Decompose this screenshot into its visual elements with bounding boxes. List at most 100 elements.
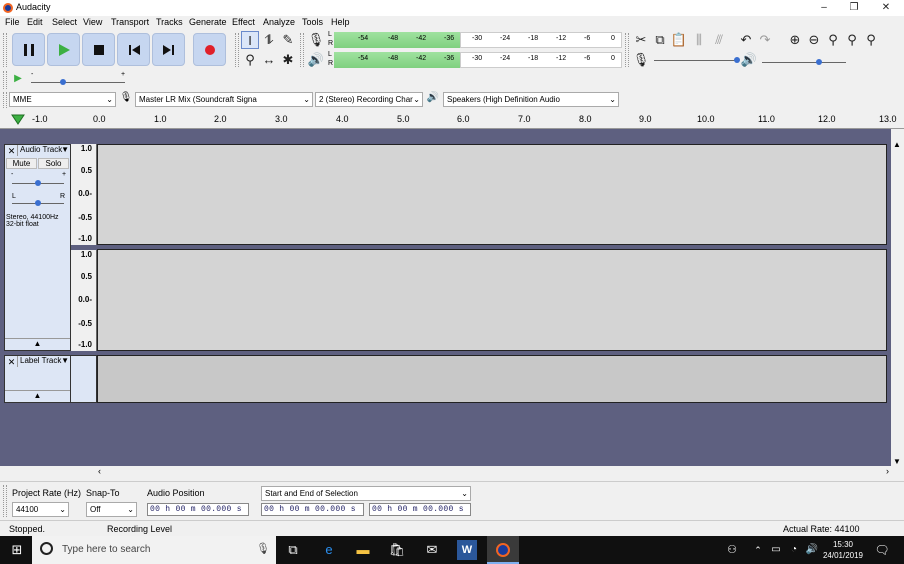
draw-tool-icon[interactable]: ✎ [279,31,297,49]
skip-to-start-button[interactable] [117,33,150,66]
undo-icon[interactable]: ↶ [737,31,755,49]
timeshift-tool-icon[interactable]: ↔ [260,51,278,69]
menu-generate[interactable]: Generate [189,17,227,27]
redo-icon[interactable]: ↷ [756,31,774,49]
label-track-control-panel[interactable]: ✕ Label Track ▼ ▲ [4,355,71,403]
close-button[interactable]: ✕ [870,0,902,16]
copy-icon[interactable]: ⧉ [651,31,669,49]
network-icon[interactable]: ◔ [784,540,804,560]
speed-slider-thumb[interactable] [60,79,66,85]
output-device-dropdown[interactable]: Speakers (High Definition Audio ⌄ [443,92,619,107]
meter-grip[interactable] [300,33,304,67]
microphone-icon[interactable]: 🎙 [256,542,270,555]
silence-icon[interactable]: ⫻ [710,31,728,49]
playback-volume-thumb[interactable] [816,59,822,65]
minimize-button[interactable]: – [808,0,840,16]
label-track-area[interactable] [97,355,887,403]
task-view-icon[interactable]: ⧉ [283,540,303,560]
fit-selection-icon[interactable]: ⚲ [824,31,842,49]
toolbar-grip[interactable] [3,33,7,67]
timeline-options-icon[interactable] [11,114,25,126]
fit-project-icon[interactable]: ⚲ [843,31,861,49]
vertical-scrollbar[interactable]: ▲ ▼ [891,140,904,466]
collapse-track-icon[interactable]: ▲ [5,338,70,350]
solo-button[interactable]: Solo [38,158,69,169]
scroll-down-icon[interactable]: ▼ [893,457,901,466]
selection-start-time[interactable]: 00 h 00 m 00.000 s [261,503,364,516]
menu-select[interactable]: Select [52,17,77,27]
play-at-speed-icon[interactable]: ▶ [10,73,26,87]
label-track-menu[interactable]: Label Track ▼ [17,356,70,367]
scroll-left-icon[interactable]: ‹ [98,466,101,476]
edit-grip[interactable] [625,33,629,67]
project-rate-dropdown[interactable]: 44100 ⌄ [12,502,69,517]
audio-track-menu[interactable]: Audio Track ▼ [17,145,70,156]
file-explorer-icon[interactable]: ▬ [353,540,373,560]
pause-button[interactable] [12,33,45,66]
gain-slider-thumb[interactable] [35,180,41,186]
cut-icon[interactable]: ✂ [632,31,650,49]
collapse-label-track-icon[interactable]: ▲ [5,390,70,402]
vertical-ruler-left-channel[interactable]: 1.0 0.5 0.0- -0.5 -1.0 [71,144,97,245]
store-icon[interactable]: 🛍 [387,540,407,560]
microphone-icon[interactable]: 🎙 [307,31,325,49]
zoom-toggle-icon[interactable]: ⚲ [862,31,880,49]
menu-tools[interactable]: Tools [302,17,323,27]
show-hidden-icons-icon[interactable]: ⌃ [748,540,768,560]
stop-button[interactable] [82,33,115,66]
zoom-tool-icon[interactable]: ⚲ [241,51,259,69]
paste-icon[interactable]: 📋 [670,31,688,49]
menu-help[interactable]: Help [331,17,350,27]
scroll-up-icon[interactable]: ▲ [893,140,901,149]
audacity-taskbar-button[interactable] [487,536,519,564]
selection-grip[interactable] [3,485,7,517]
close-track-icon[interactable]: ✕ [6,146,17,156]
menu-transport[interactable]: Transport [111,17,149,27]
word-icon[interactable]: W [457,540,477,560]
menu-view[interactable]: View [83,17,102,27]
battery-icon[interactable]: ▭ [766,540,786,560]
host-dropdown[interactable]: MME ⌄ [9,92,116,107]
maximize-button[interactable]: ❐ [838,0,870,16]
playback-volume-slider[interactable] [762,62,846,63]
envelope-tool-icon[interactable]: ⥮ [260,31,278,49]
selection-mode-dropdown[interactable]: Start and End of Selection ⌄ [261,486,471,501]
record-button[interactable] [193,33,226,66]
selection-end-time[interactable]: 00 h 00 m 00.000 s [369,503,471,516]
input-device-dropdown[interactable]: Master LR Mix (Soundcraft Signa ⌄ [135,92,313,107]
pan-slider-thumb[interactable] [35,200,41,206]
tools-grip[interactable] [235,33,239,67]
zoom-in-icon[interactable]: ⊕ [786,31,804,49]
waveform-right-channel[interactable] [97,249,887,351]
taskbar-search-box[interactable]: Type here to search 🎙 [32,536,276,564]
menu-analyze[interactable]: Analyze [263,17,295,27]
trim-icon[interactable]: ⫼ [690,31,708,49]
people-icon[interactable]: ⚇ [722,540,742,560]
horizontal-scrollbar[interactable]: ‹ › [96,466,891,478]
menu-edit[interactable]: Edit [27,17,43,27]
play-button[interactable] [47,33,80,66]
speed-grip[interactable] [3,71,7,89]
recording-volume-slider[interactable] [654,60,738,61]
multi-tool-icon[interactable]: ✱ [279,51,297,69]
menu-tracks[interactable]: Tracks [156,17,183,27]
edge-icon[interactable]: e [319,540,339,560]
audio-position-time[interactable]: 00 h 00 m 00.000 s [147,503,249,516]
snap-to-dropdown[interactable]: Off ⌄ [86,502,137,517]
selection-tool-icon[interactable]: I [241,31,259,49]
channels-dropdown[interactable]: 2 (Stereo) Recording Char ⌄ [315,92,423,107]
scroll-right-icon[interactable]: › [886,466,889,476]
menu-effect[interactable]: Effect [232,17,255,27]
speaker-icon[interactable]: 🔊 [307,51,325,69]
device-grip[interactable] [3,92,7,108]
menu-file[interactable]: File [5,17,20,27]
speed-slider[interactable] [31,82,125,83]
close-label-track-icon[interactable]: ✕ [6,357,17,367]
zoom-out-icon[interactable]: ⊖ [805,31,823,49]
taskbar-clock[interactable]: 15:30 24/01/2019 [819,539,867,561]
notifications-icon[interactable]: 🗨 [872,540,892,560]
waveform-left-channel[interactable] [97,144,887,245]
skip-to-end-button[interactable] [152,33,185,66]
vertical-ruler-right-channel[interactable]: 1.0 0.5 0.0- -0.5 -1.0 [71,250,97,351]
mail-icon[interactable]: ✉ [422,540,442,560]
